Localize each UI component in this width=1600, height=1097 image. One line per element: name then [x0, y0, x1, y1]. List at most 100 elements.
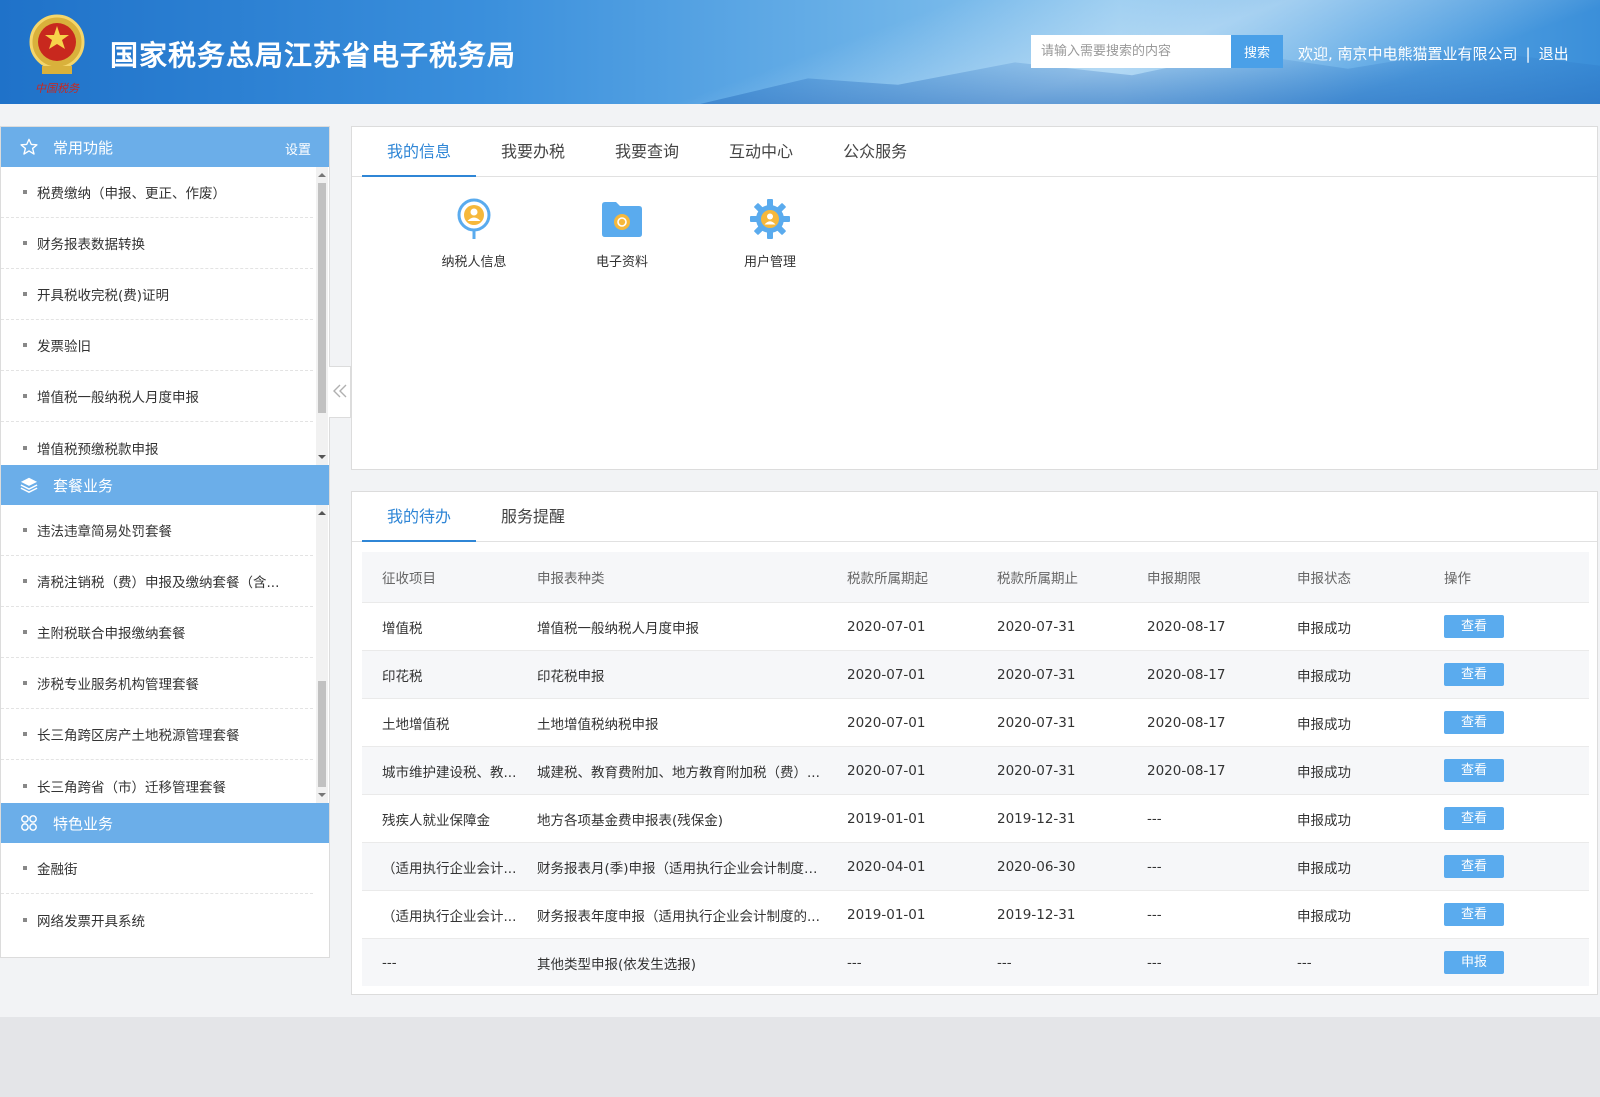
- declare-button[interactable]: 申报: [1444, 951, 1504, 974]
- app-label: 电子资料: [595, 255, 648, 270]
- column-header: 申报表种类: [537, 571, 605, 587]
- table-cell: 2020-06-30: [997, 858, 1076, 875]
- sidebar: 常用功能 设置 税费缴纳（申报、更正、作废） 财务报表数据转换 开具税收完税(费…: [0, 126, 330, 958]
- list-item[interactable]: 增值税预缴税款申报: [1, 422, 313, 465]
- todo-tabs: 我的待办 服务提醒: [352, 492, 1597, 542]
- list-item[interactable]: 网络发票开具系统: [1, 894, 313, 943]
- table-cell: 申报成功: [1297, 716, 1351, 733]
- app-taxpayer-info[interactable]: 纳税人信息: [400, 195, 548, 270]
- table-cell: ---: [382, 954, 397, 971]
- list-item[interactable]: 清税注销税（费）申报及缴纳套餐（含...: [1, 556, 313, 607]
- view-button[interactable]: 查看: [1444, 903, 1504, 926]
- list-item[interactable]: 长三角跨区房产土地税源管理套餐: [1, 709, 313, 760]
- table-cell: 查看: [1424, 903, 1589, 926]
- bullet: [23, 445, 27, 450]
- column-header: 征收项目: [382, 571, 436, 587]
- list-item[interactable]: 税费缴纳（申报、更正、作废）: [1, 167, 313, 218]
- table-cell: ---: [1147, 954, 1162, 971]
- table-cell: ---: [1147, 810, 1162, 827]
- scroll-down-arrow[interactable]: [318, 793, 326, 797]
- scrollbar[interactable]: [316, 505, 328, 803]
- table-cell: 土地增值税: [382, 716, 450, 733]
- scroll-up-arrow[interactable]: [318, 511, 326, 515]
- search-input[interactable]: [1031, 35, 1231, 68]
- list-item[interactable]: 违法违章简易处罚套餐: [1, 505, 313, 556]
- table-cell: ---: [997, 954, 1012, 971]
- app-label: 用户管理: [743, 255, 796, 270]
- table-cell: 其他类型申报(依发生选报): [537, 956, 697, 973]
- table-cell: 2020-08-17: [1147, 714, 1226, 731]
- setting-link[interactable]: 设置: [285, 139, 311, 158]
- todo-table: 征收项目 申报表种类 税款所属期起 税款所属期止 申报期限 申报状态 操作 增值…: [362, 552, 1589, 986]
- table-cell: 2020-07-31: [997, 762, 1076, 779]
- logout-link[interactable]: 退出: [1539, 45, 1569, 63]
- column-header: 操作: [1444, 571, 1471, 587]
- view-button[interactable]: 查看: [1444, 807, 1504, 830]
- item-label: 金融街: [37, 862, 78, 878]
- item-label: 长三角跨省（市）迁移管理套餐: [37, 779, 226, 796]
- scroll-down-arrow[interactable]: [318, 455, 326, 459]
- app-electronic-data[interactable]: 电子资料: [548, 195, 696, 270]
- section-title: 套餐业务: [53, 476, 114, 495]
- list-item[interactable]: 涉税专业服务机构管理套餐: [1, 658, 313, 709]
- list-item[interactable]: 长三角跨省（市）迁移管理套餐: [1, 760, 313, 803]
- bullet: [23, 241, 27, 245]
- tab-my-todo[interactable]: 我的待办: [362, 492, 477, 542]
- tab-my-info[interactable]: 我的信息: [362, 127, 477, 177]
- view-button[interactable]: 查看: [1444, 855, 1504, 878]
- common-list: 税费缴纳（申报、更正、作废） 财务报表数据转换 开具税收完税(费)证明 发票验旧…: [1, 167, 329, 465]
- app-user-management[interactable]: 用户管理: [696, 195, 844, 270]
- item-label: 主附税联合申报缴纳套餐: [37, 626, 186, 642]
- table-cell: 申报成功: [1297, 668, 1351, 685]
- scrollbar[interactable]: [316, 167, 328, 465]
- view-button[interactable]: 查看: [1444, 663, 1504, 686]
- search-button[interactable]: 搜索: [1231, 35, 1283, 68]
- table-cell: 土地增值税纳税申报: [537, 716, 659, 733]
- list-item[interactable]: 财务报表数据转换: [1, 218, 313, 269]
- item-label: 发票验旧: [37, 339, 91, 355]
- table-cell: 2020-07-01: [847, 666, 926, 683]
- column-header: 税款所属期起: [847, 571, 928, 587]
- list-item[interactable]: 增值税一般纳税人月度申报: [1, 371, 313, 422]
- table-cell: 查看: [1424, 807, 1589, 830]
- bullet: [23, 917, 27, 922]
- table-cell: 2019-12-31: [997, 906, 1076, 923]
- tab-public-service[interactable]: 公众服务: [818, 127, 932, 176]
- emblem-logo: 中国税务: [22, 8, 92, 96]
- view-button[interactable]: 查看: [1444, 711, 1504, 734]
- tab-handle-tax[interactable]: 我要办税: [476, 127, 590, 176]
- scroll-thumb[interactable]: [318, 183, 326, 413]
- item-label: 税费缴纳（申报、更正、作废）: [37, 186, 226, 202]
- section-header-common[interactable]: 常用功能 设置: [1, 127, 329, 167]
- view-button[interactable]: 查看: [1444, 759, 1504, 782]
- table-row: （适用执行企业会计... 财务报表月(季)申报（适用执行企业会计制度的... 202…: [362, 842, 1589, 890]
- list-item[interactable]: 发票验旧: [1, 320, 313, 371]
- list-item[interactable]: 主附税联合申报缴纳套餐: [1, 607, 313, 658]
- table-cell: 财务报表年度申报（适用执行企业会计制度的...: [537, 908, 820, 925]
- view-button[interactable]: 查看: [1444, 615, 1504, 638]
- sidebar-collapse-button[interactable]: [329, 366, 351, 418]
- package-list: 违法违章简易处罚套餐 清税注销税（费）申报及缴纳套餐（含... 主附税联合申报缴…: [1, 505, 329, 803]
- list-item[interactable]: 开具税收完税(费)证明: [1, 269, 313, 320]
- table-cell: 2020-07-01: [847, 762, 926, 779]
- section-header-package[interactable]: 套餐业务: [1, 465, 329, 505]
- footer-bar: [0, 1017, 1600, 1097]
- header: 中国税务 国家税务总局江苏省电子税务局 搜索 欢迎, 南京中电熊猫置业有限公司 |…: [0, 0, 1600, 104]
- scroll-up-arrow[interactable]: [318, 173, 326, 177]
- bullet: [23, 579, 27, 583]
- table-cell: 2020-07-01: [847, 618, 926, 635]
- table-row: 土地增值税 土地增值税纳税申报 2020-07-01 2020-07-31 2020-0…: [362, 698, 1589, 746]
- section-header-featured[interactable]: 特色业务: [1, 803, 329, 843]
- tab-service-reminder[interactable]: 服务提醒: [476, 492, 590, 541]
- table-cell: 查看: [1424, 615, 1589, 638]
- table-cell: 增值税: [382, 620, 423, 637]
- info-tabs: 我的信息 我要办税 我要查询 互动中心 公众服务: [352, 127, 1597, 177]
- tab-interaction[interactable]: 互动中心: [704, 127, 818, 176]
- item-label: 涉税专业服务机构管理套餐: [37, 677, 199, 693]
- tab-query[interactable]: 我要查询: [590, 127, 704, 176]
- table-body: 增值税 增值税一般纳税人月度申报 2020-07-01 2020-07-31 2020-…: [362, 602, 1589, 986]
- table-cell: 申报成功: [1297, 908, 1351, 925]
- scroll-thumb[interactable]: [318, 681, 326, 787]
- column-header: 税款所属期止: [997, 571, 1078, 587]
- list-item[interactable]: 金融街: [1, 843, 313, 894]
